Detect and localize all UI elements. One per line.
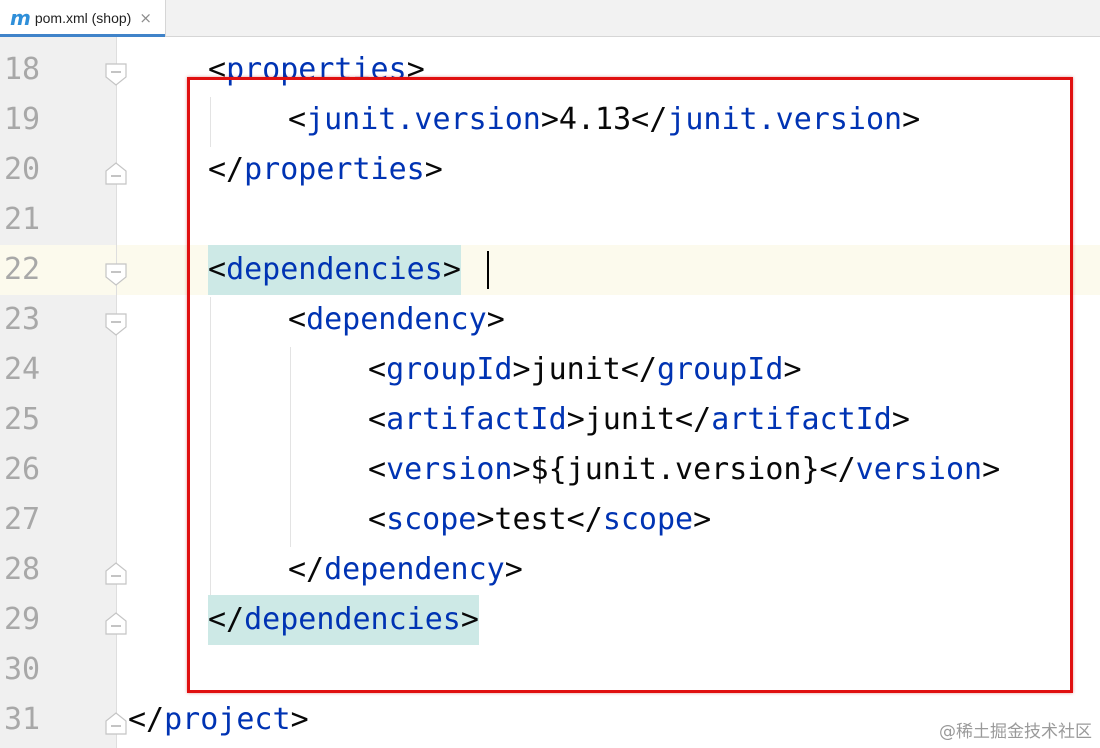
- line-number: 18: [4, 52, 41, 87]
- line-number: 26: [4, 452, 41, 487]
- fold-close-icon[interactable]: [103, 161, 129, 187]
- code-editor[interactable]: 18 <properties> 19 <junit.version>4.13</…: [0, 37, 1100, 748]
- fold-open-icon[interactable]: [103, 61, 129, 87]
- close-icon[interactable]: ×: [139, 9, 152, 27]
- line-number: 28: [4, 552, 41, 587]
- watermark-text: @稀土掘金技术社区: [939, 722, 1092, 742]
- code-line: 31 </project>: [0, 695, 1100, 745]
- fold-open-icon[interactable]: [103, 311, 129, 337]
- line-number: 27: [4, 502, 41, 537]
- tab-label: pom.xml (shop): [34, 10, 132, 26]
- fold-open-icon[interactable]: [103, 261, 129, 287]
- maven-file-icon: m: [10, 6, 31, 30]
- line-number: 21: [4, 202, 41, 237]
- line-number: 24: [4, 352, 41, 387]
- line-number: 23: [4, 302, 41, 337]
- line-number: 29: [4, 602, 41, 637]
- line-number: 19: [4, 102, 41, 137]
- tab-pom-xml[interactable]: m pom.xml (shop) ×: [0, 0, 166, 37]
- line-number: 20: [4, 152, 41, 187]
- line-number: 31: [4, 702, 41, 737]
- editor-tab-bar: m pom.xml (shop) ×: [0, 0, 1100, 37]
- line-number: 30: [4, 652, 41, 687]
- highlight-annotation-box: [187, 77, 1073, 693]
- fold-close-icon[interactable]: [103, 561, 129, 587]
- fold-close-icon[interactable]: [103, 611, 129, 637]
- line-number: 22: [4, 252, 41, 287]
- line-number: 25: [4, 402, 41, 437]
- code-text: </project>: [128, 702, 309, 737]
- fold-close-icon[interactable]: [103, 711, 129, 737]
